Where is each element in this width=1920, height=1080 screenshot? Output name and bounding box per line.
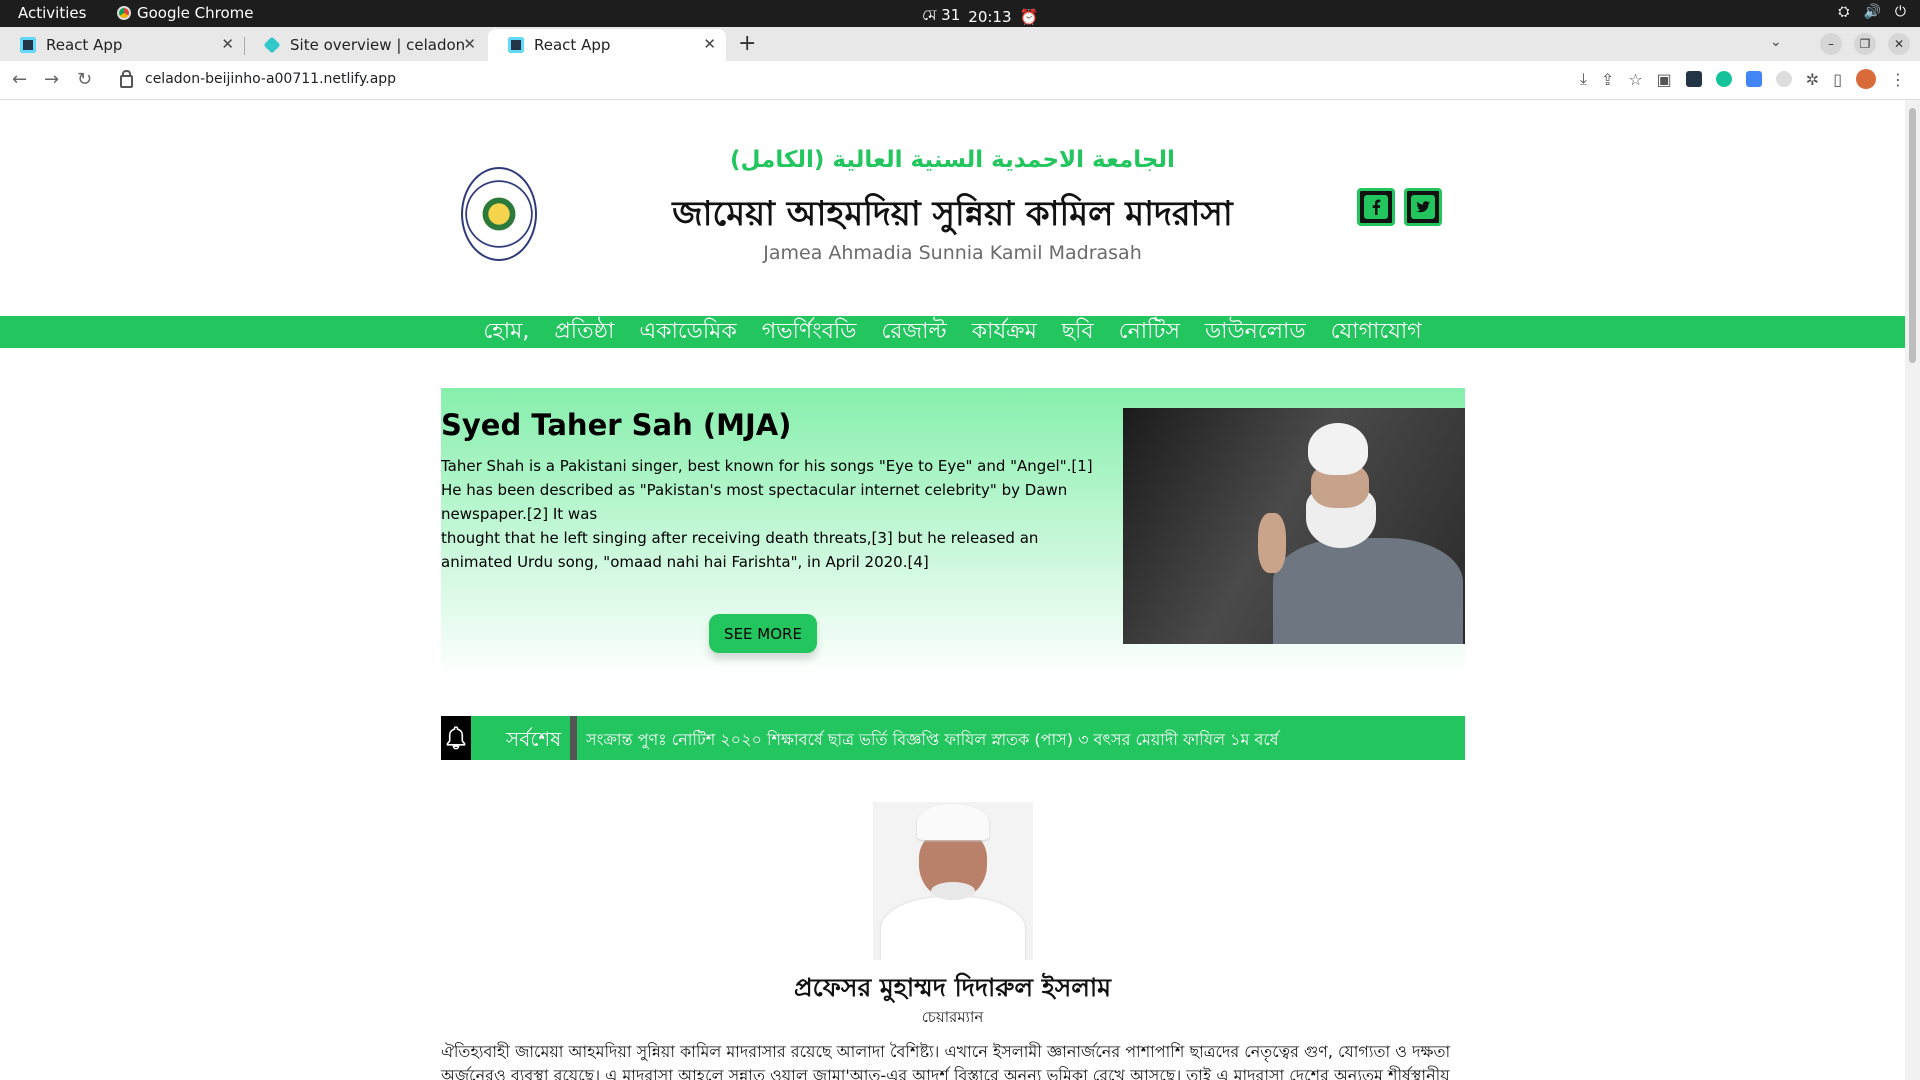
system-tray[interactable]: ⛭ 🔊 ⏻ bbox=[1838, 4, 1906, 20]
english-title: Jamea Ahmadia Sunnia Kamil Madrasah bbox=[763, 242, 1142, 264]
url-field[interactable]: celadon-beijinho-a00711.netlify.app bbox=[120, 69, 397, 88]
nav-download[interactable]: ডাউনলোড bbox=[1205, 316, 1306, 348]
side-panel-icon[interactable]: ▯ bbox=[1833, 70, 1842, 89]
clock[interactable]: মে 31 20:13 ⏰ bbox=[922, 4, 1038, 29]
web-page: الجامعة الاحمدية السنية العالية (الكامل)… bbox=[0, 100, 1905, 1080]
alarm-icon: ⏰ bbox=[1019, 7, 1039, 26]
minimize-icon[interactable]: – bbox=[1820, 33, 1842, 55]
browser-tab-3[interactable]: React App ✕ bbox=[488, 29, 726, 61]
see-more-button[interactable]: SEE MORE bbox=[709, 614, 817, 653]
app-name: Google Chrome bbox=[137, 4, 254, 22]
hero-line: thought that he left singing after recei… bbox=[441, 529, 1039, 571]
nav-notice[interactable]: নোটিস bbox=[1119, 316, 1180, 348]
ticker-label: সর্বশেষ bbox=[506, 727, 562, 751]
nav-gallery[interactable]: ছবি bbox=[1062, 316, 1094, 348]
browser-tab-1[interactable]: React App ✕ bbox=[0, 29, 245, 61]
chairman-name: প্রফেসর মুহাম্মদ দিদারুল ইসলাম bbox=[793, 973, 1112, 1002]
os-top-bar: Activities Google Chrome মে 31 20:13 ⏰ ⛭… bbox=[0, 0, 1920, 27]
ticker-text[interactable]: সংক্রান্ত পুণঃ নোটিশ ২০২০ শিক্ষাবর্ষে ছা… bbox=[586, 727, 1279, 754]
window-controls: – ❐ ✕ bbox=[1820, 33, 1910, 55]
activities-button[interactable]: Activities bbox=[18, 4, 86, 22]
new-tab-icon[interactable]: + bbox=[738, 31, 756, 56]
page-scrollbar[interactable] bbox=[1905, 100, 1920, 1080]
chairman-photo bbox=[873, 802, 1033, 960]
notice-ticker: সর্বশেষ সংক্রান্ত পুণঃ নোটিশ ২০২০ শিক্ষা… bbox=[441, 716, 1465, 760]
back-icon[interactable]: ← bbox=[12, 69, 27, 90]
react-devtools-icon[interactable] bbox=[1685, 71, 1702, 87]
nav-governing-body[interactable]: গভর্ণিংবডি bbox=[762, 316, 857, 348]
power-icon: ⏻ bbox=[1894, 4, 1906, 20]
translate-icon[interactable] bbox=[1745, 71, 1762, 87]
volume-icon: 🔊 bbox=[1863, 4, 1881, 20]
hero-section: Syed Taher Sah (MJA) Taher Shah is a Pak… bbox=[441, 388, 1465, 678]
close-tab-icon[interactable]: ✕ bbox=[463, 35, 476, 53]
extension-icon[interactable] bbox=[1775, 71, 1792, 87]
nav-result[interactable]: রেজাল্ট bbox=[881, 316, 946, 348]
chairman-message: ঐতিহ্যবাহী জামেয়া আহমদিয়া সুন্নিয়া কা… bbox=[441, 1042, 1451, 1080]
hero-line: Taher Shah is a Pakistani singer, best k… bbox=[441, 457, 1093, 475]
tab-strip: React App ✕ Site overview | celadon-be ✕… bbox=[0, 27, 1920, 61]
hero-photo bbox=[1123, 408, 1465, 644]
close-tab-icon[interactable]: ✕ bbox=[221, 35, 234, 53]
close-window-icon[interactable]: ✕ bbox=[1888, 33, 1910, 55]
box-extension-icon[interactable]: ▣ bbox=[1657, 70, 1672, 89]
main-nav: হোম, প্রতিষ্ঠা একাডেমিক গভর্ণিংবডি রেজাল… bbox=[0, 316, 1905, 348]
time-text: 20:13 bbox=[968, 7, 1012, 26]
menu-dots-icon[interactable]: ⋮ bbox=[1890, 70, 1906, 89]
forward-icon[interactable]: → bbox=[44, 69, 59, 90]
facebook-icon[interactable] bbox=[1357, 188, 1395, 226]
hero-title: Syed Taher Sah (MJA) bbox=[441, 408, 792, 442]
restore-icon[interactable]: ❐ bbox=[1854, 33, 1876, 55]
browser-tab-2[interactable]: Site overview | celadon-be ✕ bbox=[244, 29, 486, 61]
nav-activities[interactable]: কার্যক্রম bbox=[972, 316, 1037, 348]
toolbar-right: ⤓ ⇪ ☆ ▣ ✲ ▯ ⋮ bbox=[1580, 69, 1906, 89]
bookmark-star-icon[interactable]: ☆ bbox=[1628, 70, 1642, 89]
grammarly-icon[interactable] bbox=[1715, 71, 1732, 87]
twitter-icon[interactable] bbox=[1404, 188, 1442, 226]
app-menu[interactable]: Google Chrome bbox=[117, 4, 254, 22]
date-text: মে 31 bbox=[922, 6, 961, 24]
scrollbar-thumb[interactable] bbox=[1909, 108, 1916, 363]
ticker-divider bbox=[570, 716, 577, 760]
chairman-role: চেয়ারম্যান bbox=[921, 1008, 984, 1026]
hero-line: He has been described as "Pakistan's mos… bbox=[441, 481, 1068, 523]
chrome-icon bbox=[117, 6, 131, 20]
tab-title: React App bbox=[46, 36, 123, 54]
bell-icon bbox=[441, 716, 471, 760]
react-favicon-icon bbox=[20, 37, 36, 53]
bangla-title: জামেয়া আহমদিয়া সুন্নিয়া কামিল মাদরাসা bbox=[672, 194, 1233, 234]
lock-icon[interactable] bbox=[120, 69, 133, 88]
nav-home[interactable]: হোম, bbox=[483, 316, 529, 348]
hero-description: Taher Shah is a Pakistani singer, best k… bbox=[441, 454, 1101, 574]
share-icon[interactable]: ⇪ bbox=[1601, 70, 1614, 89]
tab-title: Site overview | celadon-be bbox=[290, 36, 465, 54]
close-tab-icon[interactable]: ✕ bbox=[703, 35, 716, 53]
tab-title: React App bbox=[534, 36, 611, 54]
install-icon[interactable]: ⤓ bbox=[1580, 69, 1587, 89]
nav-contact[interactable]: যোগাযোগ bbox=[1331, 316, 1422, 348]
nav-establishment[interactable]: প্রতিষ্ঠা bbox=[554, 316, 614, 348]
url-text: celadon-beijinho-a00711.netlify.app bbox=[145, 71, 397, 87]
tab-search-icon[interactable]: ⌄ bbox=[1770, 34, 1782, 50]
nav-academic[interactable]: একাডেমিক bbox=[639, 316, 736, 348]
profile-avatar[interactable] bbox=[1856, 69, 1876, 89]
puzzle-extensions-icon[interactable]: ✲ bbox=[1806, 70, 1819, 89]
address-bar-row: ← → ↻ celadon-beijinho-a00711.netlify.ap… bbox=[0, 61, 1920, 100]
reload-icon[interactable]: ↻ bbox=[77, 69, 92, 90]
network-icon: ⛭ bbox=[1838, 4, 1850, 20]
arabic-title: الجامعة الاحمدية السنية العالية (الكامل) bbox=[730, 147, 1175, 173]
netlify-favicon-icon bbox=[263, 36, 281, 54]
react-favicon-icon bbox=[508, 37, 524, 53]
